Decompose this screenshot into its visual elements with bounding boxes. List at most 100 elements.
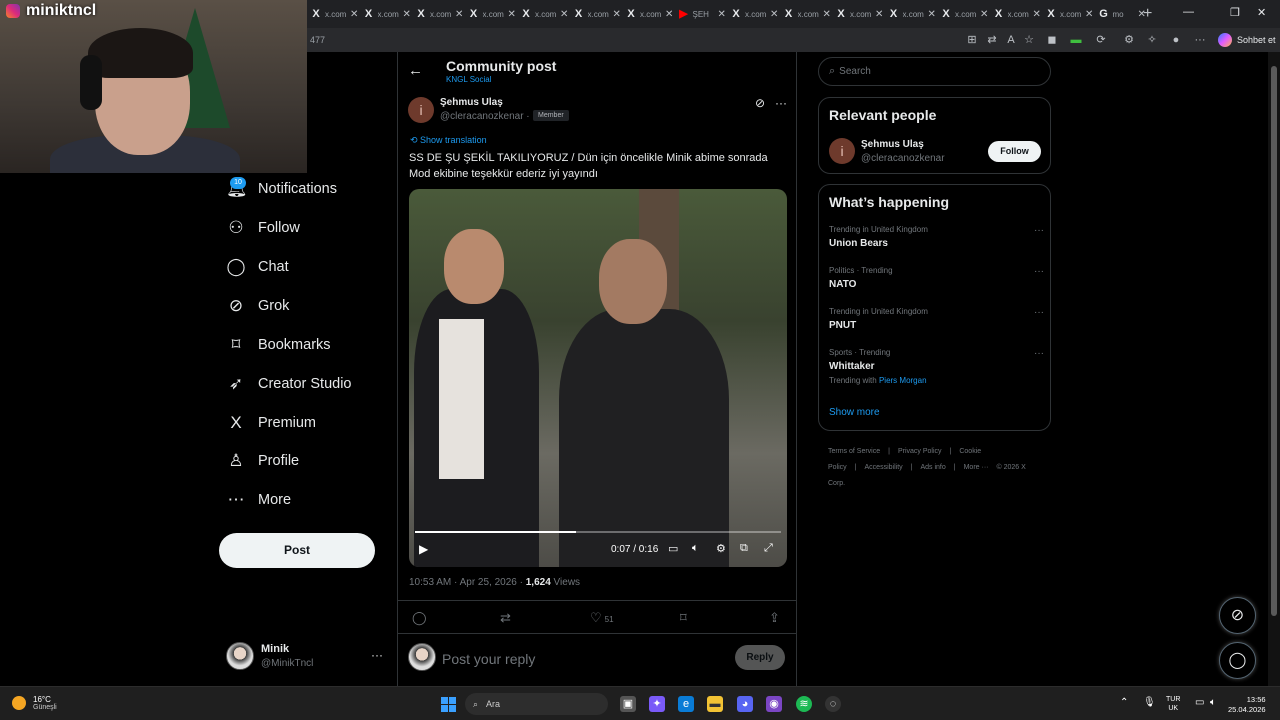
browser-menu-icon[interactable]: ··· xyxy=(1193,33,1207,47)
volume-icon[interactable]: 🔈︎ xyxy=(692,542,699,555)
close-tab-icon[interactable]: ✕ xyxy=(980,9,988,20)
browser-tab[interactable]: Xx.com ✕ xyxy=(888,4,940,24)
weather-widget[interactable]: 16°C Güneşli xyxy=(12,695,57,711)
browser-tab[interactable]: Xx.com ✕ xyxy=(573,4,625,24)
translate-icon[interactable]: ⇄ xyxy=(985,33,999,47)
trend-more-icon[interactable]: ··· xyxy=(1034,348,1044,359)
trend-with-name[interactable]: Piers Morgan xyxy=(879,376,927,385)
browser-tab[interactable]: Xx.com ✕ xyxy=(468,4,520,24)
close-tab-icon[interactable]: ✕ xyxy=(508,9,516,20)
sidebar-item-follow[interactable]: ⚇ Follow xyxy=(226,216,300,240)
app-circle-icon[interactable]: ◌ xyxy=(825,696,841,712)
profile-avatar-icon[interactable]: ● xyxy=(1169,33,1183,47)
discord-icon[interactable]: ◕ xyxy=(737,696,753,712)
sidebar-item-more[interactable]: ⋯ More xyxy=(226,488,292,512)
read-aloud-icon[interactable]: A xyxy=(1004,33,1018,47)
author-handle[interactable]: @cleracanozkenar · xyxy=(440,111,530,122)
footer-link[interactable]: Terms of Service xyxy=(828,448,880,455)
trend-more-icon[interactable]: ··· xyxy=(1034,307,1044,318)
fullscreen-icon[interactable]: ⤢ xyxy=(764,542,773,555)
video-player[interactable]: ▶ 0:07 / 0:16 ▭ 🔈︎ ⚙ ⧉ ⤢ xyxy=(409,189,787,567)
browser-tab[interactable]: Gmo ✕ xyxy=(1098,4,1150,24)
close-tab-icon[interactable]: ✕ xyxy=(455,9,463,20)
microphone-icon[interactable]: 🎙︎ xyxy=(1143,697,1156,708)
relevant-person-handle[interactable]: @cleracanozkenar xyxy=(861,153,945,164)
browser-tab[interactable]: Xx.com ✕ xyxy=(1045,4,1097,24)
repost-icon[interactable]: ⇄ xyxy=(500,610,511,626)
sidebar-item-profile[interactable]: ♙ Profile xyxy=(226,449,299,473)
picture-in-picture-icon[interactable]: ⧉ xyxy=(740,542,748,555)
video-progress-bar[interactable] xyxy=(415,531,781,533)
task-view-icon[interactable]: ▣ xyxy=(620,696,636,712)
scrollbar-thumb[interactable] xyxy=(1271,66,1277,616)
reply-button[interactable]: Reply xyxy=(735,645,785,670)
close-tab-icon[interactable]: ✕ xyxy=(613,9,621,20)
extensions-puzzle-icon[interactable]: ⟳ xyxy=(1094,33,1108,47)
grok-fab-button[interactable]: ⊘ xyxy=(1219,597,1256,634)
close-tab-icon[interactable]: ✕ xyxy=(875,9,883,20)
browser-tab[interactable]: Xx.com ✕ xyxy=(730,4,782,24)
reply-input[interactable]: Post your reply xyxy=(442,651,535,667)
back-arrow-icon[interactable]: ← xyxy=(408,62,423,79)
split-screen-icon[interactable]: ⚙ xyxy=(1122,33,1136,47)
post-button[interactable]: Post xyxy=(219,533,375,568)
trend-item[interactable]: Politics · Trending NATO ··· xyxy=(829,266,1044,290)
close-tab-icon[interactable]: ✕ xyxy=(718,9,726,20)
follow-button[interactable]: Follow xyxy=(988,141,1041,162)
grok-explain-icon[interactable]: ⊘ xyxy=(755,96,765,110)
address-text[interactable]: 477 xyxy=(310,35,325,45)
browser-tab[interactable]: ▶ ŞEH ✕ xyxy=(678,4,730,24)
relevant-person-name[interactable]: Şehmus Ulaş xyxy=(861,139,924,150)
extension-icon[interactable]: ◼ xyxy=(1045,33,1059,47)
sidebar-item-creator-studio[interactable]: ➶ Creator Studio xyxy=(226,372,352,396)
sidebar-item-premium[interactable]: X Premium xyxy=(226,411,316,435)
browser-tab[interactable]: Xx.com ✕ xyxy=(520,4,572,24)
browser-tab[interactable]: Xx.com ✕ xyxy=(625,4,677,24)
minimize-icon[interactable]: — xyxy=(1183,6,1194,18)
windows-start-icon[interactable] xyxy=(441,697,456,712)
close-tab-icon[interactable]: ✕ xyxy=(665,9,673,20)
settings-gear-icon[interactable]: ⚙ xyxy=(716,542,726,555)
footer-link[interactable]: More ··· xyxy=(964,464,989,471)
close-tab-icon[interactable]: ✕ xyxy=(350,9,358,20)
trend-item[interactable]: Trending in United Kingdom PNUT ··· xyxy=(829,307,1044,331)
close-tab-icon[interactable]: ✕ xyxy=(770,9,778,20)
favorite-star-icon[interactable]: ☆ xyxy=(1022,33,1036,47)
post-more-icon[interactable]: ··· xyxy=(775,96,787,110)
page-scrollbar[interactable] xyxy=(1268,52,1280,686)
browser-tab[interactable]: Xx.com ✕ xyxy=(783,4,835,24)
browser-tab[interactable]: Xx.com ✕ xyxy=(310,4,362,24)
maximize-icon[interactable]: ❐ xyxy=(1230,6,1240,19)
captions-icon[interactable]: ▭ xyxy=(668,542,678,555)
trend-more-icon[interactable]: ··· xyxy=(1034,266,1044,277)
volume-icon[interactable]: 🔈︎ xyxy=(1210,697,1216,708)
trend-more-icon[interactable]: ··· xyxy=(1034,225,1044,236)
chevron-up-icon[interactable]: ⌃ xyxy=(1120,697,1128,708)
close-tab-icon[interactable]: ✕ xyxy=(1085,9,1093,20)
close-window-icon[interactable]: ✕ xyxy=(1257,6,1266,19)
language-indicator[interactable]: TUR UK xyxy=(1166,695,1180,713)
close-tab-icon[interactable]: ✕ xyxy=(560,9,568,20)
edge-browser-icon[interactable]: e xyxy=(678,696,694,712)
account-more-icon[interactable]: ··· xyxy=(371,648,383,662)
app-available-icon[interactable]: ⊞ xyxy=(965,33,979,47)
sidebar-item-grok[interactable]: ⊘ Grok xyxy=(226,294,290,318)
new-tab-button[interactable]: + xyxy=(1143,5,1152,23)
browser-tab[interactable]: Xx.com ✕ xyxy=(415,4,467,24)
file-explorer-icon[interactable]: ▬ xyxy=(707,696,723,712)
show-translation-link[interactable]: ⟲ Show translation xyxy=(410,135,487,146)
account-switcher[interactable]: Minik @MinikTncl ··· xyxy=(226,642,386,672)
like-button[interactable]: ♡ 51 xyxy=(590,610,614,626)
play-icon[interactable]: ▶ xyxy=(419,542,428,556)
sidebar-item-chat[interactable]: ◯ Chat xyxy=(226,255,288,279)
browser-tab[interactable]: Xx.com ✕ xyxy=(940,4,992,24)
taskbar-search[interactable]: ⌕ Ara xyxy=(465,693,608,715)
spotify-icon[interactable]: ≋ xyxy=(796,696,812,712)
trend-item[interactable]: Sports · Trending Whittaker ··· Trending wi… xyxy=(829,348,1044,385)
search-input[interactable]: ⌕ Search xyxy=(818,57,1051,86)
footer-link[interactable]: Ads info xyxy=(920,464,945,471)
reply-icon[interactable]: ◯ xyxy=(412,610,427,626)
close-tab-icon[interactable]: ✕ xyxy=(928,9,936,20)
chat-fab-button[interactable]: ◯ xyxy=(1219,642,1256,679)
browser-tab[interactable]: Xx.com ✕ xyxy=(993,4,1045,24)
